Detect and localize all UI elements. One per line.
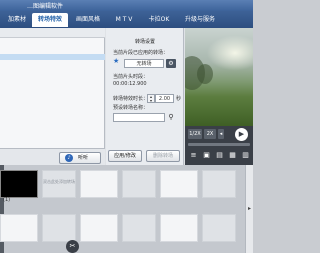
video-preview xyxy=(185,28,253,126)
transition-hint: 双击此处添加转场 xyxy=(43,179,75,184)
player-controls: 1/2X 2X ◂ ▶ ≡ ▣ ▤ ▦ ▥ xyxy=(185,126,253,165)
tab-add-material[interactable]: 加素材 xyxy=(2,13,32,27)
tab-mtv[interactable]: M T V xyxy=(108,13,140,27)
half-speed-button[interactable]: 1/2X xyxy=(188,129,202,139)
settings-gear-icon[interactable]: ⚙ xyxy=(166,59,176,68)
transition-slot[interactable] xyxy=(42,214,76,242)
transition-slot[interactable] xyxy=(122,214,156,242)
duration-stepper[interactable]: ▴ ▾ xyxy=(147,94,155,103)
folder-icon[interactable]: ▤ xyxy=(215,151,224,160)
main-tab-bar: 加素材 转场特效 画面风格 M T V 卡拉OK 升级与服务 xyxy=(0,11,253,28)
export-icon[interactable]: ▦ xyxy=(228,151,237,160)
tab-transition-effects[interactable]: 转场特效 xyxy=(32,13,68,27)
settings-header: 转场设置 xyxy=(134,39,155,45)
save-icon[interactable]: ▣ xyxy=(202,151,211,160)
speaker-icon: ♪ xyxy=(65,154,73,162)
clip-thumbnail[interactable] xyxy=(0,170,38,198)
app-window: …图编辑软件 加素材 转场特效 画面风格 M T V 卡拉OK 升级与服务 ♪ … xyxy=(0,0,253,253)
transition-slot[interactable] xyxy=(202,214,236,242)
current-effect-label: 当前片段已应用的转场： xyxy=(113,50,169,56)
tab-picture-style[interactable]: 画面风格 xyxy=(70,13,106,27)
clip-slot[interactable] xyxy=(0,214,38,242)
duration-label: 转场特效时长： xyxy=(113,96,149,102)
current-effect-field: 无转场 xyxy=(124,59,164,68)
listen-button-label: 听听 xyxy=(78,155,89,161)
clip-time-value: 00:00:12.900 xyxy=(113,81,147,87)
list-item-selected[interactable] xyxy=(0,54,105,60)
listen-button[interactable]: ♪ 听听 xyxy=(59,152,101,164)
list-header xyxy=(0,28,105,38)
clip-slot[interactable] xyxy=(80,170,118,198)
preset-label: 预设转场名称： xyxy=(113,105,149,111)
transition-slot[interactable] xyxy=(202,170,236,198)
seconds-unit: 秒 xyxy=(176,96,182,102)
window-title: …图编辑软件 xyxy=(27,3,64,10)
apply-modify-button[interactable]: 应用/修改 xyxy=(108,150,142,162)
delete-transition-button[interactable]: 删除转场 xyxy=(146,150,180,162)
prev-frame-button[interactable]: ◂ xyxy=(218,129,224,139)
duration-input[interactable]: 2.00 xyxy=(155,94,174,103)
transition-slot[interactable]: 双击此处添加转场 xyxy=(42,170,76,198)
clip-slot[interactable] xyxy=(80,214,118,242)
double-speed-button[interactable]: 2X xyxy=(204,129,216,139)
clip-time-label: 当前片头时段： xyxy=(113,74,149,80)
tab-karaoke[interactable]: 卡拉OK xyxy=(142,13,176,27)
preset-search-input[interactable] xyxy=(113,113,165,122)
clip-slot[interactable] xyxy=(160,214,198,242)
list-item[interactable] xyxy=(0,62,105,68)
list-item[interactable] xyxy=(0,46,105,52)
star-icon: ★ xyxy=(113,57,120,65)
transition-slot[interactable] xyxy=(122,170,156,198)
progress-bar[interactable] xyxy=(188,143,250,146)
play-icon[interactable]: ▶ xyxy=(235,128,248,141)
list-footer: ♪ 听听 xyxy=(0,148,105,165)
title-bar: …图编辑软件 xyxy=(0,0,253,11)
search-icon[interactable]: ⚲ xyxy=(166,113,176,122)
list-icon[interactable]: ≡ xyxy=(189,151,198,160)
clip-slot[interactable] xyxy=(160,170,198,198)
scissors-icon[interactable]: ✂ xyxy=(66,240,79,253)
preview-tree xyxy=(197,64,213,84)
delete-icon[interactable]: ▥ xyxy=(241,151,250,160)
clip-label: (1) xyxy=(3,197,11,203)
scroll-right-arrow[interactable]: ▸ xyxy=(245,165,253,253)
transition-list[interactable] xyxy=(0,28,105,148)
tab-upgrade-service[interactable]: 升级与服务 xyxy=(178,13,222,27)
